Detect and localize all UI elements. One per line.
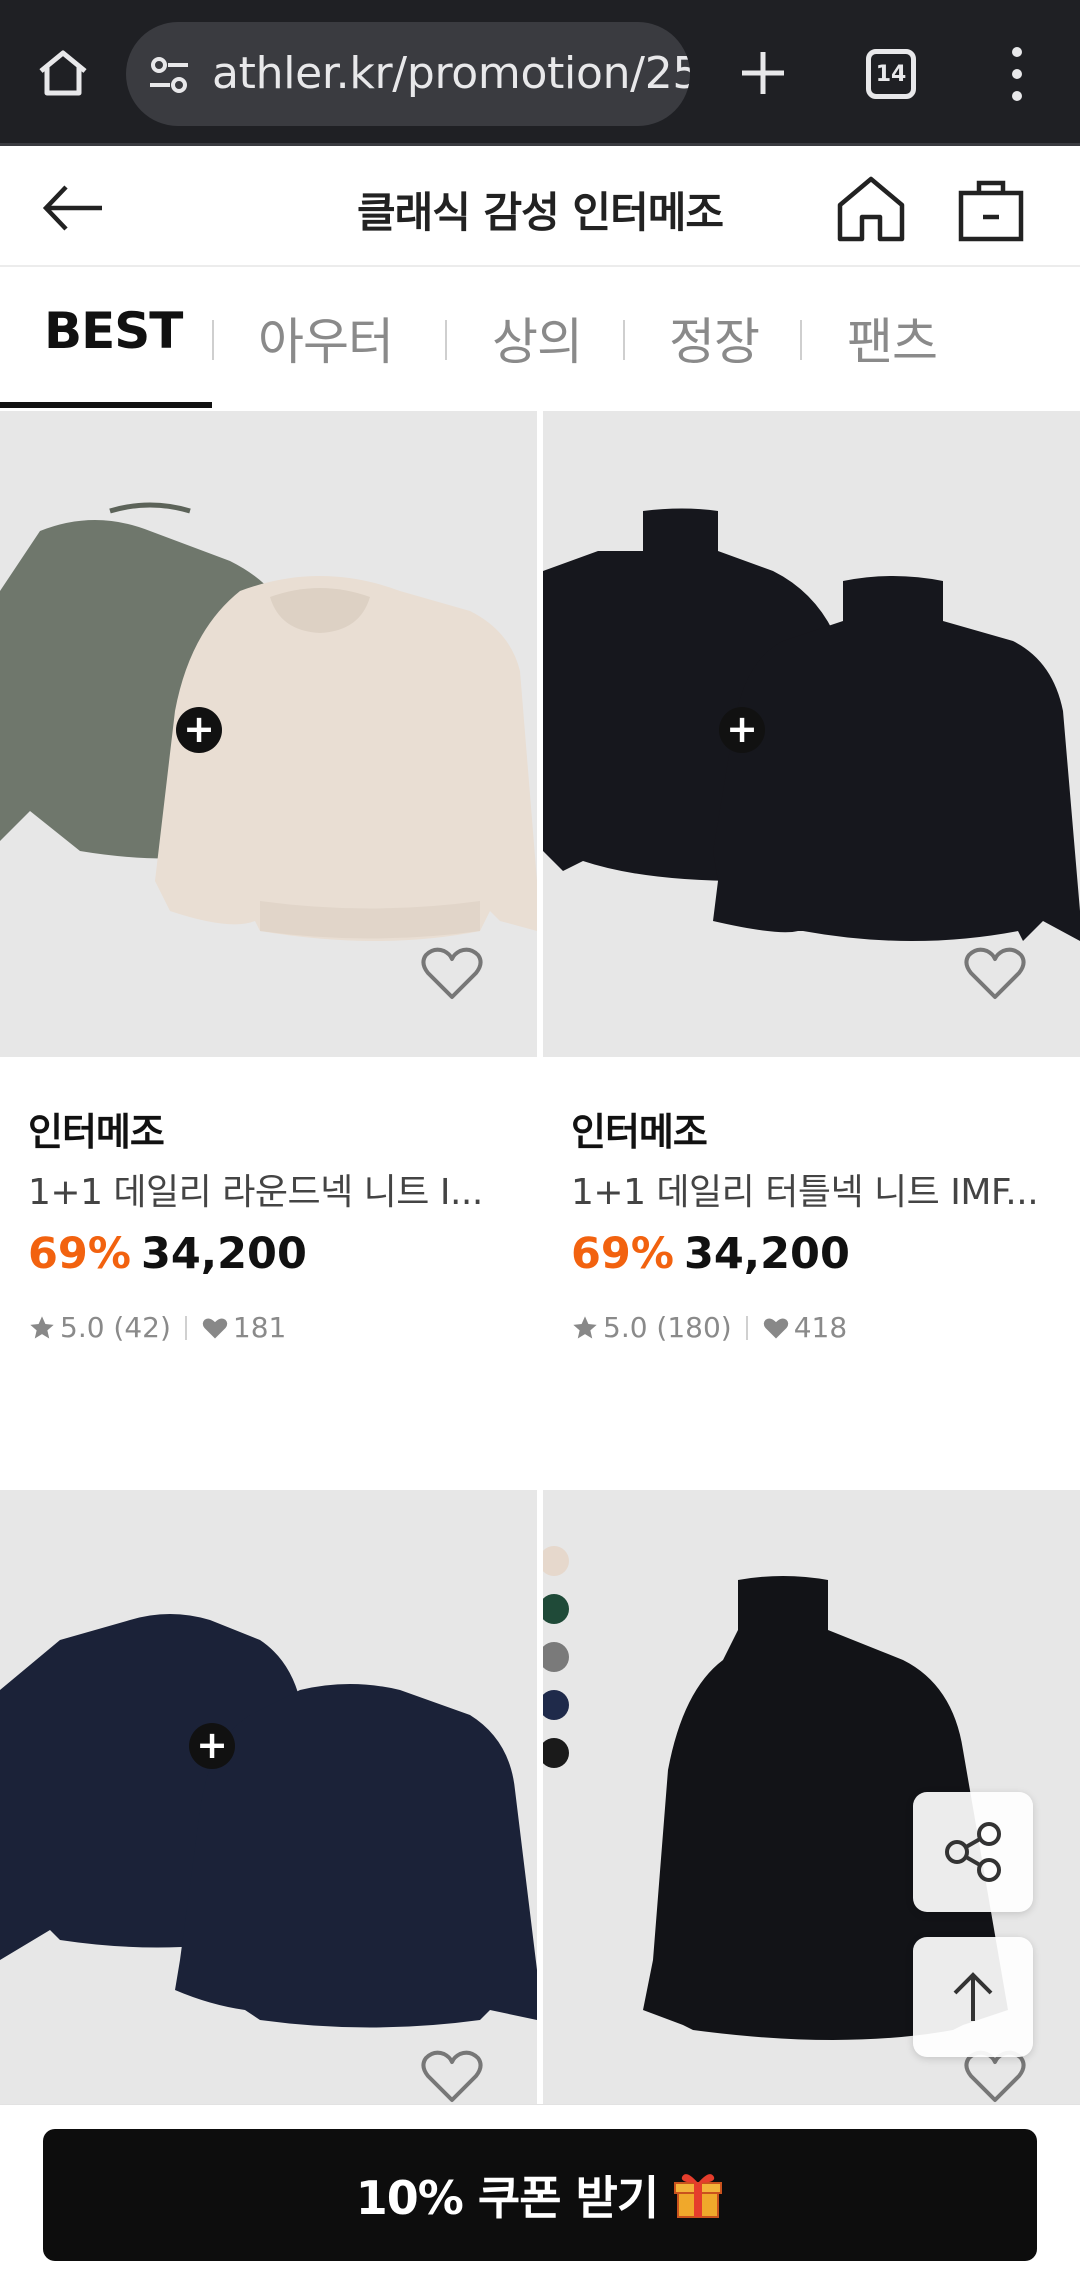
browser-home-icon[interactable] bbox=[30, 40, 96, 106]
active-tab-indicator bbox=[0, 402, 212, 408]
sale-price: 34,200 bbox=[140, 1229, 307, 1279]
tab-best[interactable]: BEST bbox=[44, 302, 183, 360]
discount-rate: 69% bbox=[28, 1229, 131, 1279]
coupon-label: 10% 쿠폰 받기 bbox=[355, 2171, 659, 2225]
meta-divider bbox=[745, 1315, 748, 1340]
tab-divider bbox=[445, 320, 447, 360]
url-text: athler.kr/promotion/25 bbox=[212, 48, 690, 99]
wishlist-heart-icon[interactable] bbox=[963, 945, 1027, 1003]
tab-outer[interactable]: 아우터 bbox=[258, 302, 394, 374]
product-image[interactable]: + bbox=[0, 411, 537, 1057]
product-card[interactable]: + bbox=[0, 1490, 537, 2104]
heart-icon bbox=[202, 1318, 228, 1338]
add-to-cart-icon[interactable]: + bbox=[189, 1723, 235, 1769]
discount-rate: 69% bbox=[571, 1229, 674, 1279]
add-to-cart-icon[interactable]: + bbox=[176, 707, 222, 753]
product-name[interactable]: 1+1 데일리 터틀넥 니트 IMF... bbox=[571, 1163, 1051, 1215]
price-row: 69% 34,200 bbox=[28, 1229, 307, 1279]
product-image[interactable]: + bbox=[543, 411, 1080, 1057]
product-brand: 인터메조 bbox=[28, 1110, 165, 1154]
product-brand: 인터메조 bbox=[571, 1110, 708, 1154]
like-count: 181 bbox=[232, 1311, 287, 1344]
add-to-cart-icon[interactable]: + bbox=[719, 707, 765, 753]
tab-top[interactable]: 상의 bbox=[492, 302, 583, 374]
product-card[interactable]: + 인터메조 1+1 데일리 라운드넥 니트 I... 69% 34,200 5.… bbox=[0, 411, 537, 1371]
category-tabs: BEST 아우터 상의 정장 팬츠 bbox=[0, 268, 1080, 410]
star-icon bbox=[573, 1315, 597, 1338]
tab-divider bbox=[212, 320, 214, 360]
rating-text: 5.0 (42) bbox=[60, 1311, 171, 1344]
like-count: 418 bbox=[793, 1311, 848, 1344]
more-menu-icon[interactable] bbox=[995, 42, 1039, 106]
page-header: 클래식 감성 인터메조 bbox=[0, 149, 1080, 267]
tab-pants[interactable]: 팬츠 bbox=[847, 302, 938, 374]
new-tab-icon[interactable] bbox=[730, 40, 796, 106]
wishlist-heart-icon[interactable] bbox=[420, 945, 484, 1003]
arrow-up-icon bbox=[953, 1972, 993, 2021]
shopping-bag-icon[interactable] bbox=[955, 171, 1027, 245]
star-icon bbox=[30, 1315, 54, 1338]
share-icon bbox=[945, 1822, 1001, 1882]
wishlist-heart-icon[interactable] bbox=[420, 2048, 484, 2104]
bottom-action-bar: 10% 쿠폰 받기 bbox=[0, 2104, 1080, 2284]
sale-price: 34,200 bbox=[683, 1229, 850, 1279]
tab-suit[interactable]: 정장 bbox=[669, 302, 760, 374]
product-meta: 5.0 (42) 181 bbox=[28, 1311, 286, 1344]
address-bar[interactable]: athler.kr/promotion/25 bbox=[126, 22, 690, 126]
gift-icon bbox=[674, 2174, 723, 2218]
tab-switcher-button[interactable]: 14 bbox=[866, 49, 916, 99]
meta-divider bbox=[184, 1315, 187, 1340]
price-row: 69% 34,200 bbox=[571, 1229, 850, 1279]
product-image[interactable]: + bbox=[0, 1490, 537, 2104]
product-card[interactable]: + 인터메조 1+1 데일리 터틀넥 니트 IMF... 69% 34,200 5… bbox=[543, 411, 1080, 1371]
tab-divider bbox=[800, 320, 802, 360]
sweater-cream bbox=[155, 576, 537, 941]
heart-icon bbox=[763, 1318, 788, 1338]
share-button[interactable] bbox=[913, 1792, 1033, 1912]
product-meta: 5.0 (180) 418 bbox=[571, 1311, 847, 1344]
coupon-button[interactable]: 10% 쿠폰 받기 bbox=[43, 2129, 1037, 2261]
tab-divider bbox=[623, 320, 625, 360]
browser-toolbar: athler.kr/promotion/25 14 bbox=[0, 0, 1080, 146]
home-icon[interactable] bbox=[832, 171, 910, 245]
product-name[interactable]: 1+1 데일리 라운드넥 니트 I... bbox=[28, 1163, 508, 1215]
site-settings-icon[interactable] bbox=[146, 52, 192, 98]
scroll-top-button[interactable] bbox=[913, 1937, 1033, 2057]
rating-text: 5.0 (180) bbox=[603, 1311, 732, 1344]
page-title: 클래식 감성 인터메조 bbox=[356, 188, 724, 237]
